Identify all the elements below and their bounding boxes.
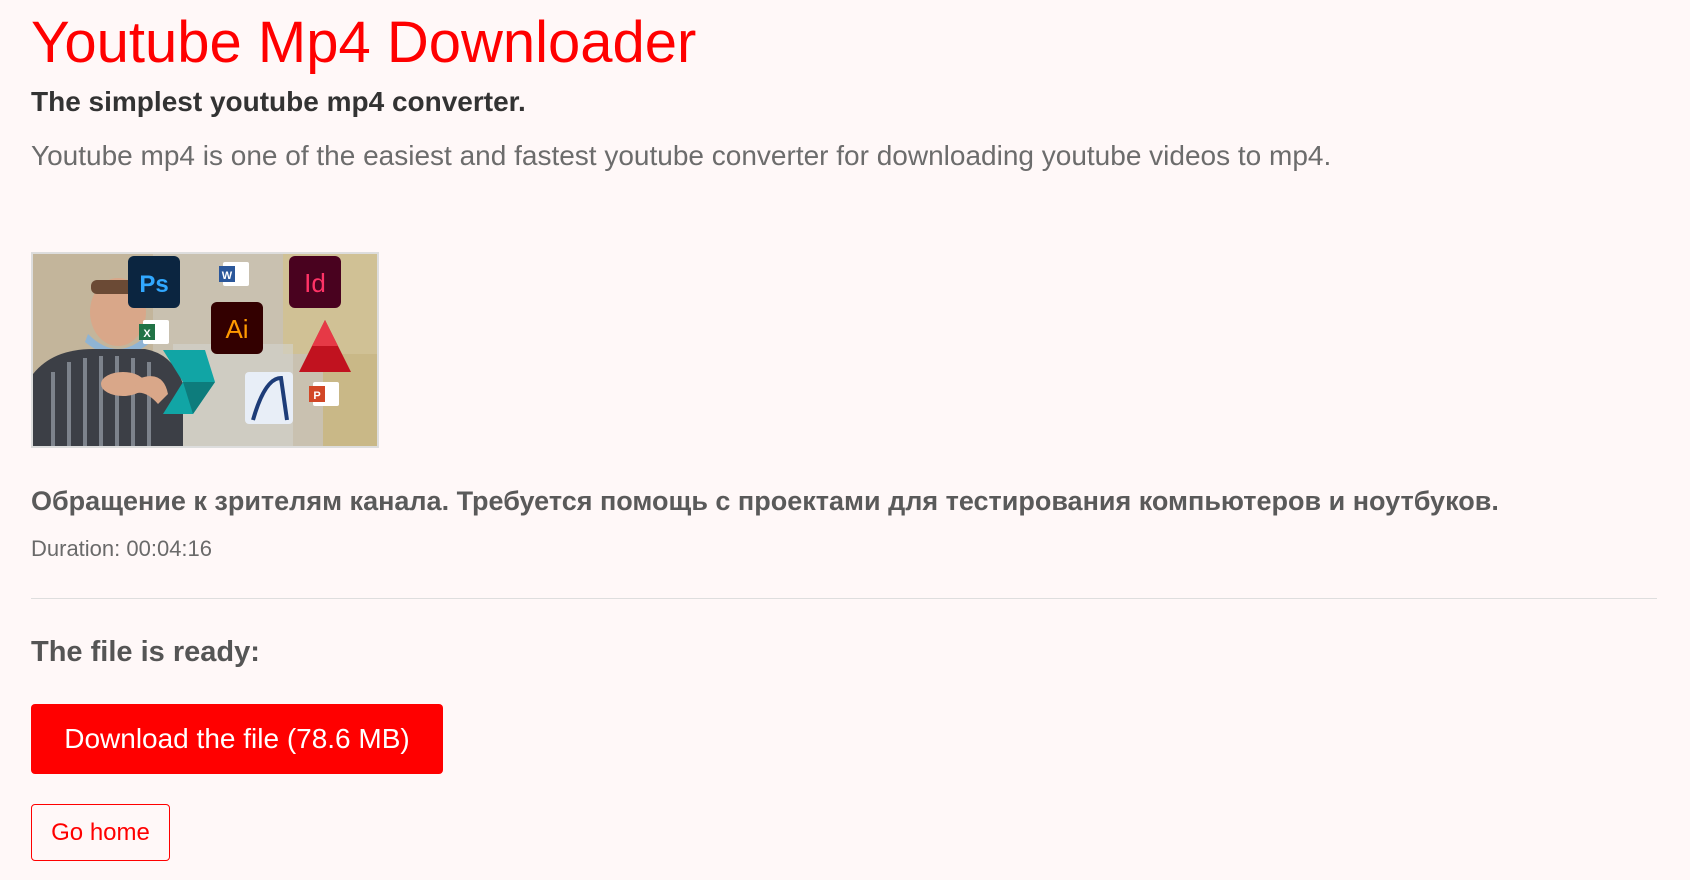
excel-icon: X: [139, 320, 169, 344]
video-thumbnail: Ps W Id X Ai P: [31, 252, 379, 448]
word-icon: W: [219, 262, 249, 286]
svg-text:Id: Id: [304, 268, 326, 298]
archicad-icon: [245, 372, 293, 424]
go-home-button[interactable]: Go home: [31, 804, 170, 861]
video-title: Обращение к зрителям канала. Требуется п…: [31, 486, 1499, 516]
photoshop-icon: Ps: [128, 256, 180, 308]
svg-text:Ai: Ai: [225, 314, 248, 344]
divider: [31, 598, 1657, 599]
page-description: Youtube mp4 is one of the easiest and fa…: [31, 140, 1332, 171]
page-subtitle: The simplest youtube mp4 converter.: [31, 86, 526, 117]
download-file-button[interactable]: Download the file (78.6 MB): [31, 704, 443, 774]
indesign-icon: Id: [289, 256, 341, 308]
illustrator-icon: Ai: [211, 302, 263, 354]
svg-text:P: P: [313, 390, 320, 402]
video-duration: Duration: 00:04:16: [31, 536, 213, 561]
svg-text:W: W: [222, 270, 233, 282]
file-ready-label: The file is ready:: [31, 636, 260, 668]
page-title: Youtube Mp4 Downloader: [31, 10, 697, 75]
svg-text:Ps: Ps: [139, 271, 168, 298]
svg-text:X: X: [143, 328, 151, 340]
powerpoint-icon: P: [309, 382, 339, 406]
